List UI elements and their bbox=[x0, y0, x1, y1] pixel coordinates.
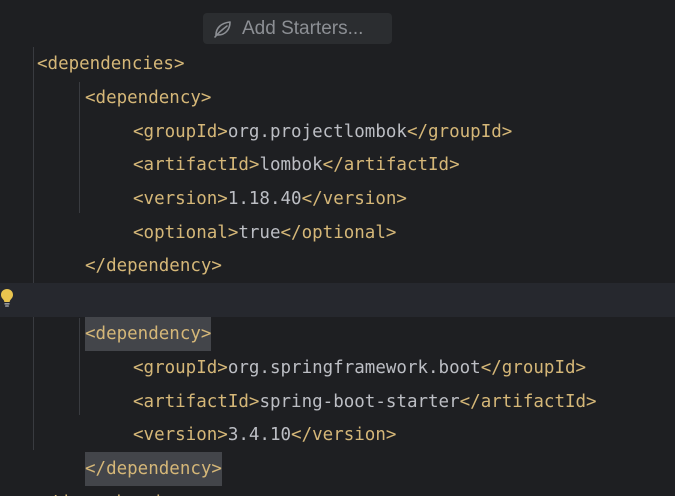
code-line-current[interactable]: <dependency> bbox=[0, 283, 675, 351]
code-line[interactable]: <groupId>org.projectlombok</groupId> bbox=[0, 81, 675, 142]
add-starters-hint[interactable]: Add Starters... bbox=[203, 13, 392, 44]
add-starters-label: Add Starters... bbox=[242, 18, 364, 39]
code-line[interactable]: <artifactId>lombok</artifactId> bbox=[0, 114, 675, 175]
code-editor[interactable]: <dependencies> Add Starters... <dependen… bbox=[0, 0, 675, 496]
code-line[interactable]: <dependency> bbox=[0, 47, 675, 108]
spring-leaf-icon bbox=[214, 21, 231, 38]
code-line[interactable]: <version>1.18.40</version> bbox=[0, 148, 675, 209]
code-line[interactable]: <artifactId>spring-boot-starter</artifac… bbox=[0, 351, 675, 412]
code-line[interactable]: </dependency> bbox=[0, 215, 675, 276]
code-line[interactable]: </dependencies> bbox=[0, 452, 675, 496]
xml-tag-close: </dependencies> bbox=[37, 486, 195, 496]
code-line[interactable]: <version>3.4.10</version> bbox=[0, 384, 675, 445]
code-line-empty[interactable] bbox=[0, 249, 675, 283]
code-line[interactable]: </dependency> bbox=[0, 418, 675, 486]
code-line[interactable]: <groupId>org.springframework.boot</group… bbox=[0, 317, 675, 378]
code-line[interactable]: <optional>true</optional> bbox=[0, 182, 675, 243]
lightbulb-icon[interactable] bbox=[0, 288, 14, 308]
